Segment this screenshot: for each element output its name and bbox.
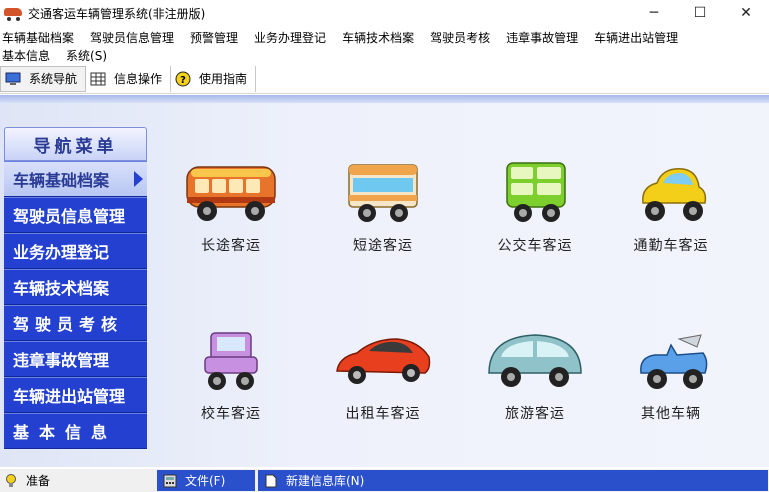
title-bar: 交通客运车辆管理系统(非注册版) ─ ☐ ✕ (0, 0, 769, 26)
vehicle-label: 校车客运 (201, 406, 261, 422)
vehicle-label: 通勤车客运 (633, 238, 709, 254)
calculator-icon (163, 474, 177, 488)
info-operation-button[interactable]: 信息操作 (86, 65, 172, 92)
main-panel: 导航菜单 车辆基础档案 驾驶员信息管理 业务办理登记 车辆技术档案 驾驶员考核 … (0, 103, 769, 467)
grid-icon (90, 72, 106, 86)
short-distance-bus-icon (348, 164, 418, 222)
city-bus-icon (506, 162, 566, 222)
nav-menu-header: 导航菜单 (4, 127, 147, 161)
vehicle-taxi[interactable]: 出租车客运 (318, 327, 448, 447)
vehicle-short-distance[interactable]: 短途客运 (318, 159, 448, 279)
vehicle-label: 公交车客运 (497, 238, 573, 254)
arrow-right-icon (134, 171, 143, 187)
menu-station-entry-exit[interactable]: 车辆进出站管理 (592, 29, 686, 46)
svg-text:?: ? (180, 75, 186, 86)
status-file-label: 文件(F) (185, 474, 226, 488)
vehicle-label: 短途客运 (353, 238, 413, 254)
menu-business-registration[interactable]: 业务办理登记 (252, 29, 334, 46)
user-guide-label: 使用指南 (199, 72, 248, 86)
vehicle-long-distance[interactable]: 长途客运 (166, 159, 296, 279)
menu-driver-assessment[interactable]: 驾驶员考核 (428, 29, 498, 46)
vehicle-school[interactable]: 校车客运 (166, 327, 296, 447)
school-car-icon (204, 332, 258, 390)
info-operation-label: 信息操作 (114, 72, 163, 86)
header-gradient-strip (0, 95, 769, 103)
status-bar: 准备 文件(F) 新建信息库(N) (0, 469, 769, 492)
menu-system[interactable]: 系统(S) (64, 47, 115, 64)
app-bus-icon (4, 7, 22, 21)
vehicle-label: 旅游客运 (505, 406, 565, 422)
lightbulb-icon (4, 473, 18, 488)
vehicle-label: 其他车辆 (641, 406, 701, 422)
nav-menu: 导航菜单 车辆基础档案 驾驶员信息管理 业务办理登记 车辆技术档案 驾驶员考核 … (4, 127, 147, 449)
vehicle-tour[interactable]: 旅游客运 (470, 327, 600, 447)
menu-bar: 车辆基础档案 驾驶员信息管理 预警管理 业务办理登记 车辆技术档案 驾驶员考核 … (0, 28, 769, 64)
status-file-button[interactable]: 文件(F) (157, 470, 255, 491)
monitor-icon (5, 72, 21, 86)
nav-item-basic-info[interactable]: 基本信息 (4, 413, 147, 449)
status-new-database-label: 新建信息库(N) (286, 474, 365, 488)
system-nav-label: 系统导航 (29, 72, 78, 86)
user-guide-button[interactable]: ? 使用指南 (171, 65, 257, 92)
vehicle-commuter[interactable]: 通勤车客运 (606, 159, 736, 279)
long-distance-bus-icon (186, 166, 276, 221)
minimize-button[interactable]: ─ (631, 0, 677, 26)
vehicle-other[interactable]: 其他车辆 (606, 327, 736, 447)
nav-item-violation-accident[interactable]: 违章事故管理 (4, 341, 147, 377)
system-nav-button[interactable]: 系统导航 (0, 65, 87, 92)
nav-item-driver-info[interactable]: 驾驶员信息管理 (4, 197, 147, 233)
nav-item-driver-assessment[interactable]: 驾驶员考核 (4, 305, 147, 341)
maximize-button[interactable]: ☐ (677, 0, 723, 26)
menu-basic-info[interactable]: 基本信息 (0, 47, 58, 64)
nav-item-business-registration[interactable]: 业务办理登记 (4, 233, 147, 269)
commuter-car-icon (642, 168, 707, 221)
vehicle-city-bus[interactable]: 公交车客运 (470, 159, 600, 279)
convertible-car-icon (640, 334, 708, 389)
status-ready-label: 准备 (26, 474, 51, 488)
status-ready: 准备 (0, 470, 157, 491)
toolbar: 系统导航 信息操作 ? 使用指南 (0, 64, 769, 94)
status-new-database-button[interactable]: 新建信息库(N) (258, 470, 768, 491)
vehicle-label: 长途客运 (201, 238, 261, 254)
menu-driver-info[interactable]: 驾驶员信息管理 (88, 29, 182, 46)
help-icon: ? (175, 71, 191, 86)
menu-vehicle-archive[interactable]: 车辆基础档案 (0, 29, 82, 46)
window-title: 交通客运车辆管理系统(非注册版) (28, 6, 206, 21)
taxi-sports-car-icon (336, 338, 431, 384)
menu-vehicle-tech[interactable]: 车辆技术档案 (340, 29, 422, 46)
nav-item-vehicle-archive[interactable]: 车辆基础档案 (4, 161, 147, 197)
tour-car-icon (488, 334, 582, 387)
nav-item-station-entry-exit[interactable]: 车辆进出站管理 (4, 377, 147, 413)
nav-item-vehicle-tech[interactable]: 车辆技术档案 (4, 269, 147, 305)
nav-item-label: 车辆基础档案 (13, 171, 110, 190)
vehicle-label: 出租车客运 (345, 406, 421, 422)
menu-violation-accident[interactable]: 违章事故管理 (504, 29, 586, 46)
close-button[interactable]: ✕ (723, 0, 769, 26)
menu-alert[interactable]: 预警管理 (188, 29, 246, 46)
document-icon (264, 474, 278, 488)
